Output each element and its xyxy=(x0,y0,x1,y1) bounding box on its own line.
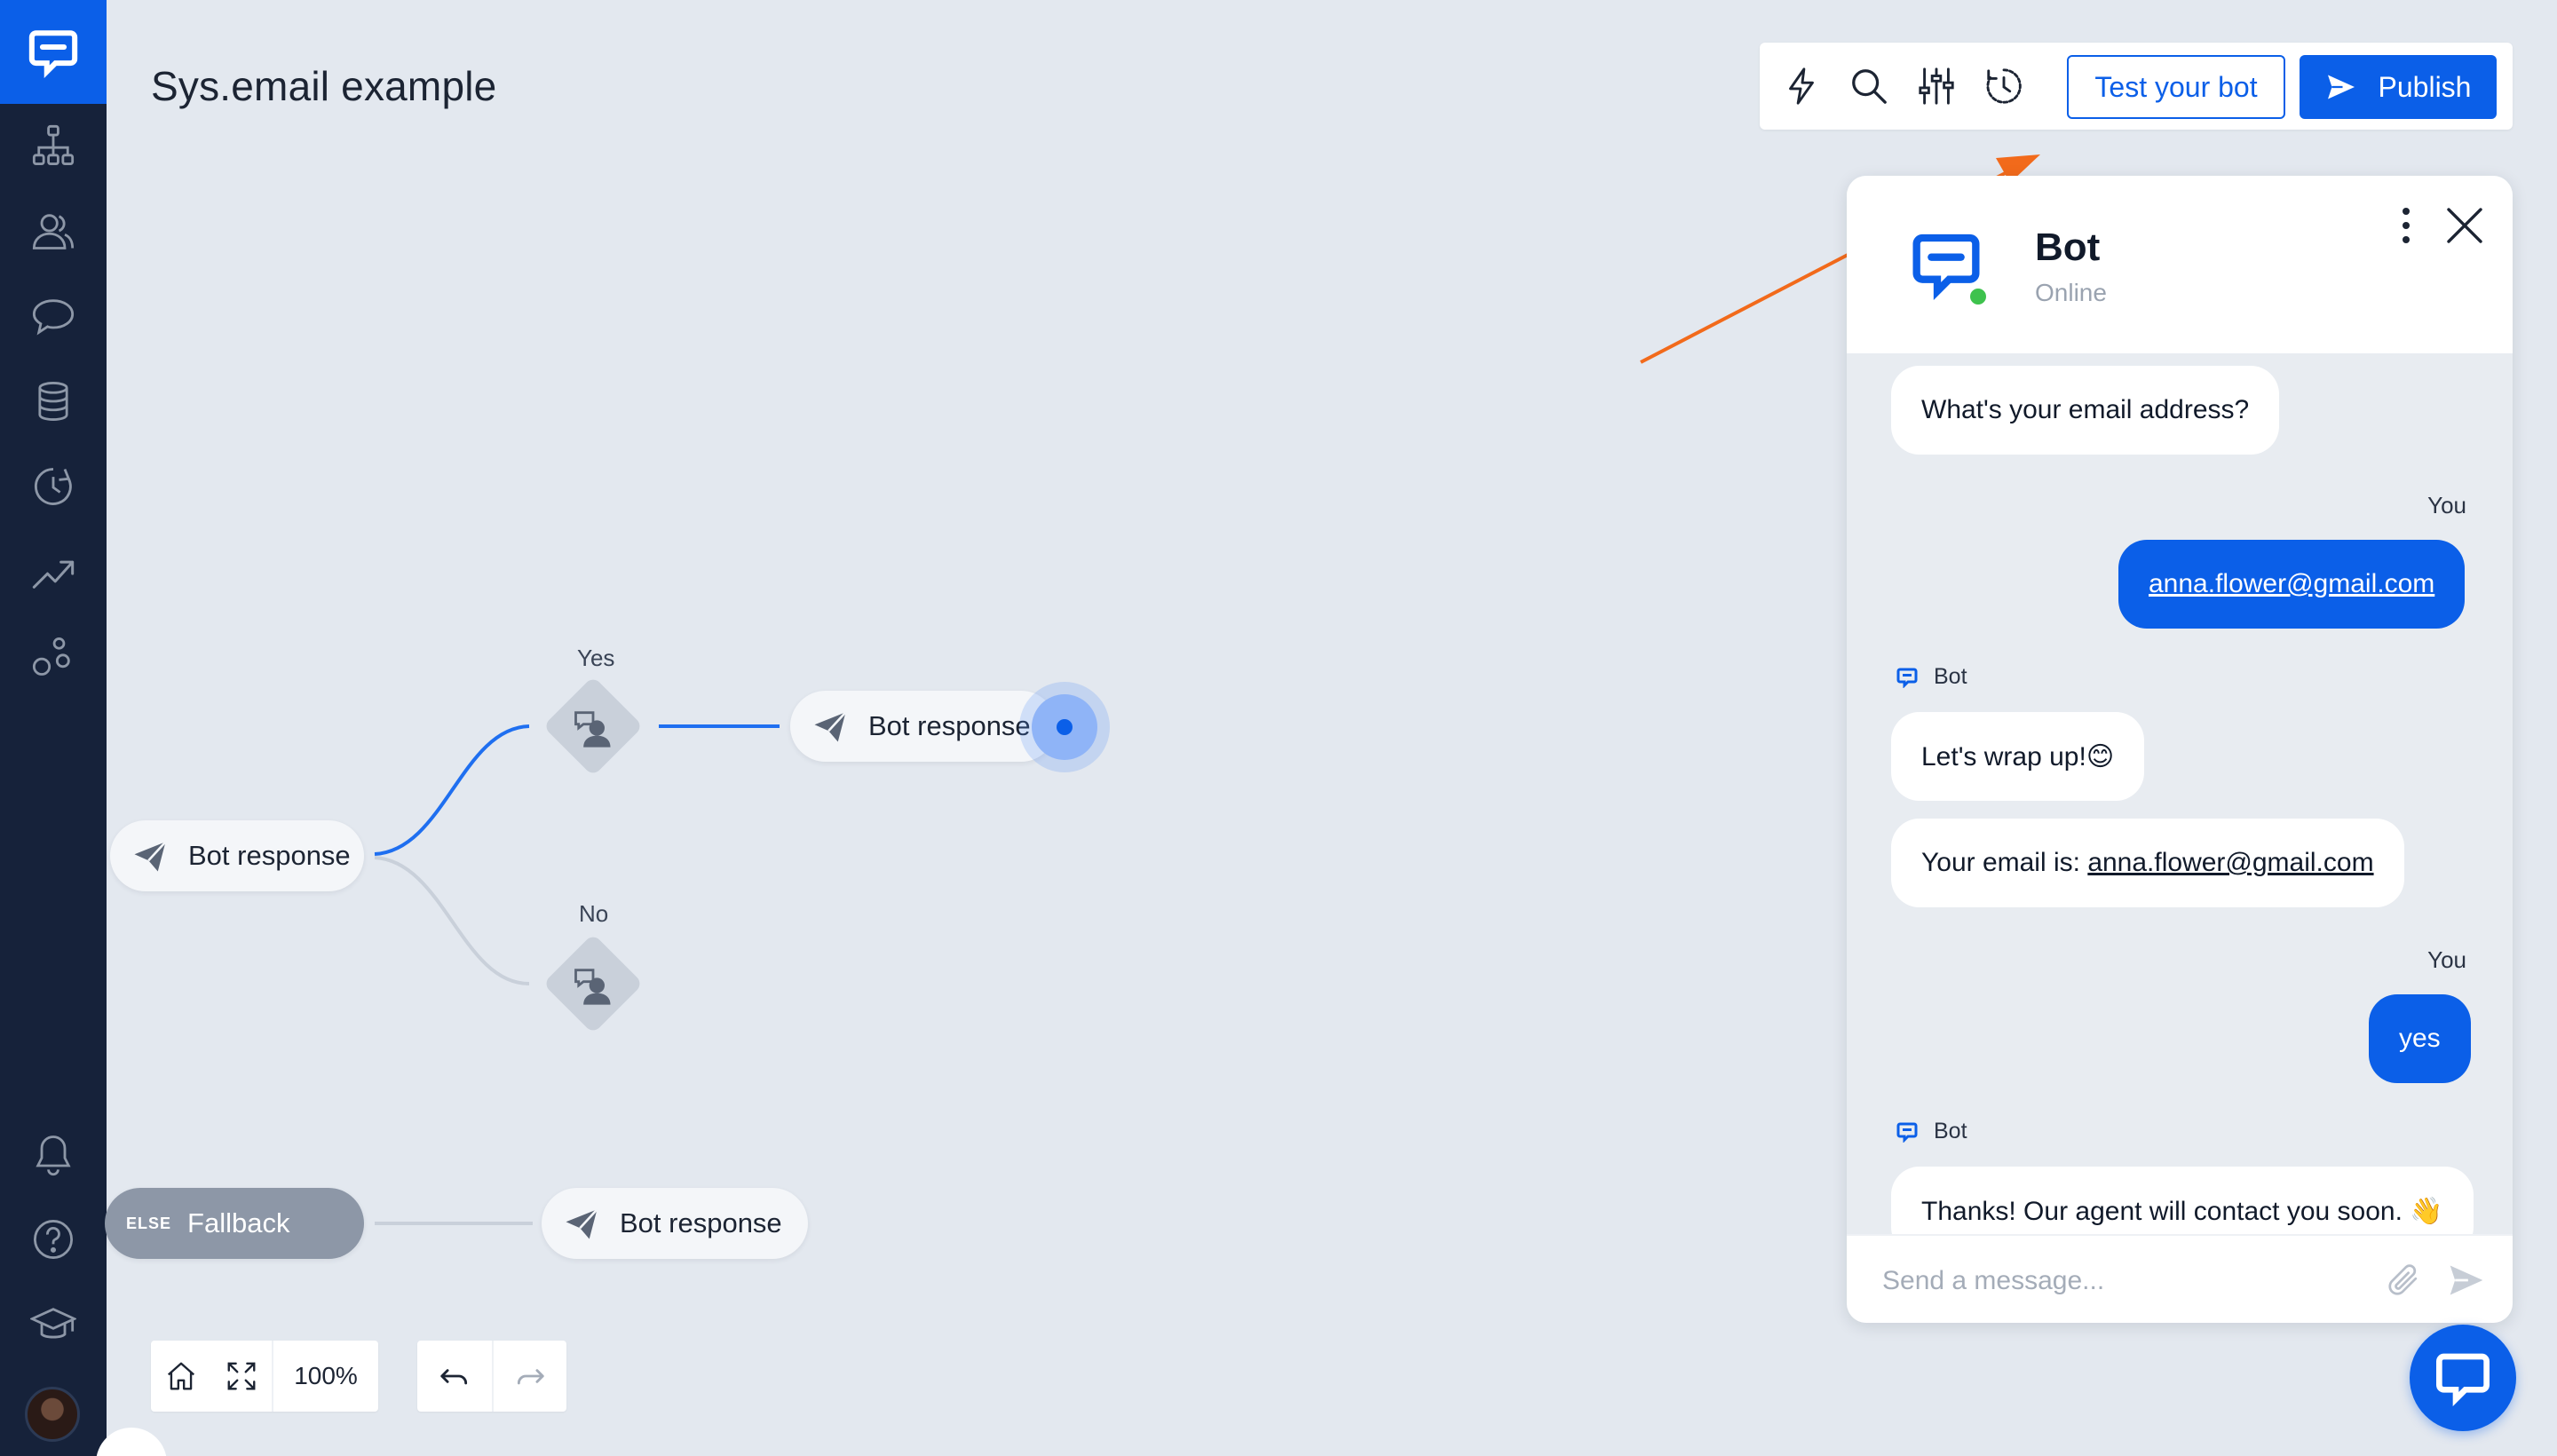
fit-screen-button[interactable] xyxy=(211,1341,272,1412)
home-button[interactable] xyxy=(151,1341,211,1412)
zoom-level[interactable]: 100% xyxy=(272,1341,378,1412)
user-message: anna.flower@gmail.com xyxy=(2118,540,2466,629)
redo-icon xyxy=(517,1369,544,1385)
user-input-icon xyxy=(566,701,620,755)
bot-name: Bot xyxy=(2035,226,2101,269)
email-link[interactable]: anna.flower@gmail.com xyxy=(2149,569,2434,599)
more-options-icon[interactable] xyxy=(2379,199,2433,252)
message-list[interactable]: What's your email address? You anna.flow… xyxy=(1847,353,2513,1234)
you-label: You xyxy=(2427,946,2466,973)
chat-icon xyxy=(2436,1353,2490,1406)
history-controls xyxy=(417,1341,566,1412)
connector-root-no xyxy=(374,856,530,985)
send-icon xyxy=(134,841,167,872)
node-label: Bot response xyxy=(868,710,1031,741)
user-input-icon xyxy=(566,959,620,1012)
node-label: Fallback xyxy=(187,1207,290,1238)
email-link[interactable]: anna.flower@gmail.com xyxy=(2087,848,2373,878)
node-label: Bot response xyxy=(188,840,351,871)
else-tag: ELSE xyxy=(126,1214,172,1232)
yes-label: Yes xyxy=(577,645,615,671)
redo-button[interactable] xyxy=(492,1341,566,1412)
connector-root-yes xyxy=(374,724,530,856)
bot-message: What's your email address? xyxy=(1891,366,2280,455)
undo-icon xyxy=(440,1369,468,1385)
fallback-node[interactable]: ELSE Fallback xyxy=(105,1188,364,1259)
chat-launcher-button[interactable] xyxy=(2410,1325,2516,1431)
bot-message: Let's wrap up!😊 xyxy=(1891,712,2145,801)
bot-sender-label: Bot xyxy=(1896,664,1967,690)
active-node-dot xyxy=(1057,719,1073,735)
test-chat-panel: Bot Online What's your email address? Yo… xyxy=(1847,176,2513,1323)
attachment-icon[interactable] xyxy=(2379,1255,2429,1305)
close-icon[interactable] xyxy=(2438,199,2491,252)
bot-message: Your email is: anna.flower@gmail.com xyxy=(1891,819,2404,907)
online-status-dot xyxy=(1967,286,1989,307)
sender-name: Bot xyxy=(1934,1119,1967,1143)
you-label: You xyxy=(2427,492,2466,518)
fallback-bot-response-node[interactable]: Bot response xyxy=(542,1188,808,1259)
home-icon xyxy=(167,1362,195,1390)
bot-sender-label: Bot xyxy=(1896,1119,1967,1144)
send-message-icon[interactable] xyxy=(2442,1255,2491,1305)
message-input[interactable] xyxy=(1882,1259,2379,1303)
email-prefix: Your email is: xyxy=(1921,848,2088,877)
undo-button[interactable] xyxy=(417,1341,492,1412)
send-icon xyxy=(566,1208,598,1239)
send-icon xyxy=(814,711,847,742)
bot-message: Thanks! Our agent will contact you soon.… xyxy=(1891,1167,2474,1234)
root-bot-response-node[interactable]: Bot response xyxy=(110,820,364,891)
chat-header: Bot Online xyxy=(1847,176,2513,353)
sender-name: Bot xyxy=(1934,664,1967,689)
expand-icon xyxy=(227,1362,256,1390)
zoom-controls: 100% xyxy=(151,1341,378,1412)
user-message: yes xyxy=(2369,994,2471,1083)
bot-mini-icon xyxy=(1896,1122,1918,1143)
message-composer xyxy=(1847,1234,2513,1323)
bot-mini-icon xyxy=(1896,668,1918,688)
node-label: Bot response xyxy=(620,1207,782,1238)
bot-status: Online xyxy=(2035,279,2107,306)
no-label: No xyxy=(579,900,609,927)
yes-bot-response-node[interactable]: Bot response xyxy=(790,691,1057,762)
